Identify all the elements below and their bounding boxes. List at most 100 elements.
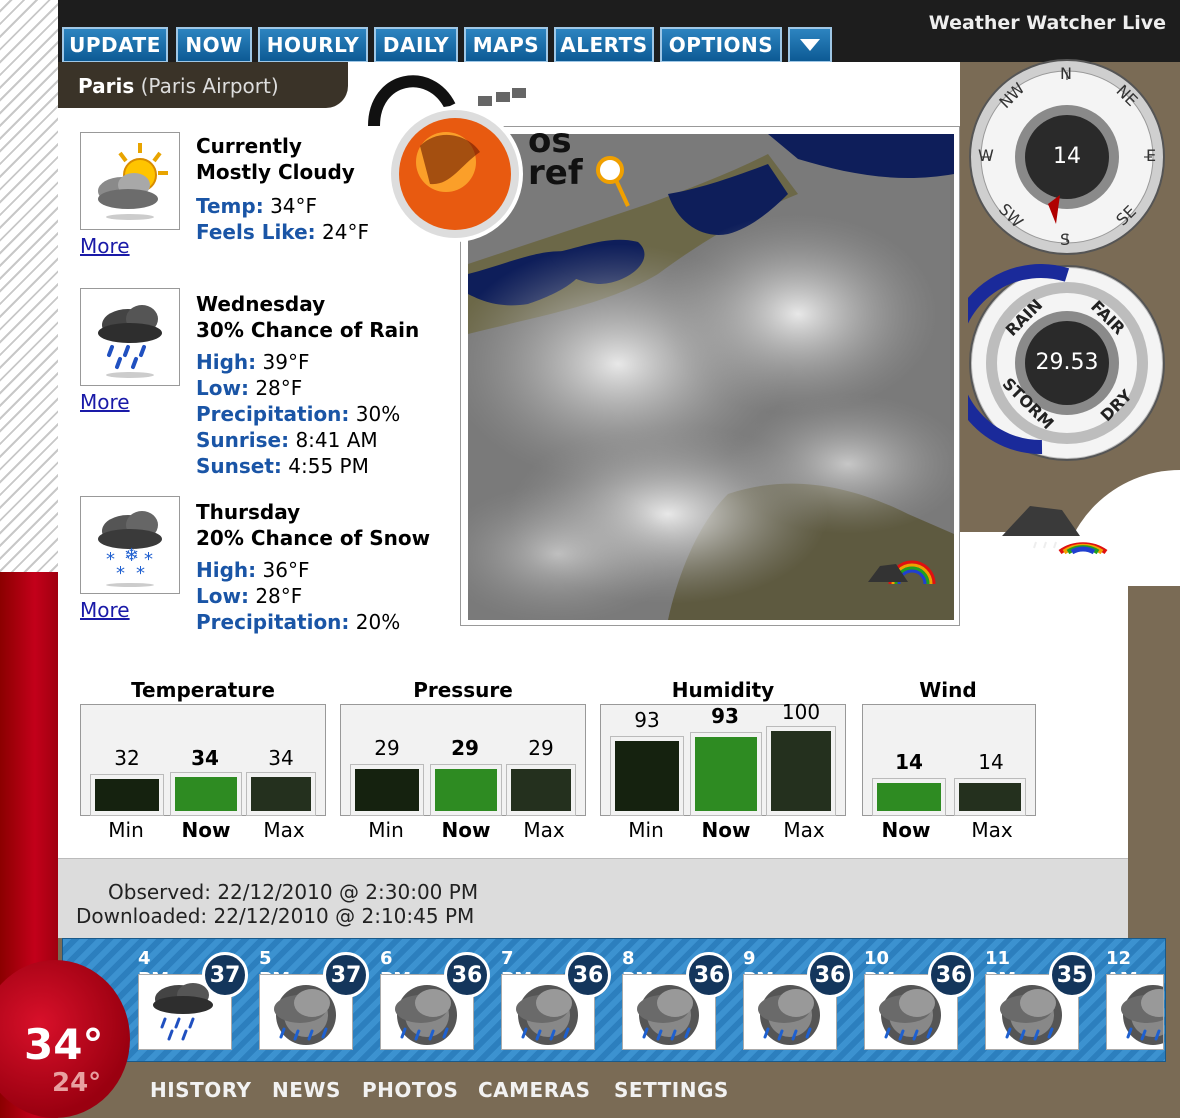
wind-now-bar <box>872 778 946 816</box>
news-link[interactable]: NEWS <box>272 1078 341 1102</box>
history-link[interactable]: HISTORY <box>150 1078 252 1102</box>
hourly-button[interactable]: HOURLY <box>258 27 368 63</box>
wednesday-low: Low: 28°F <box>196 376 303 400</box>
svg-text:*: * <box>136 563 145 584</box>
chevron-down-icon <box>800 39 820 51</box>
barometer-gauge: RAIN FAIR STORM DRY 29.53 <box>945 264 1166 462</box>
cameras-link[interactable]: CAMERAS <box>478 1078 591 1102</box>
current-title: Currently <box>196 134 302 158</box>
thursday-high: High: 36°F <box>196 558 310 582</box>
pressure-title: Pressure <box>413 678 513 702</box>
partly-cloudy-icon <box>98 143 168 220</box>
humidity-min-value: 93 <box>634 708 660 732</box>
hourly-temp-badge: 36 <box>686 952 732 998</box>
wind-title: Wind <box>919 678 977 702</box>
globe-logo-icon: os ref <box>368 75 630 242</box>
wednesday-sunrise: Sunrise: 8:41 AM <box>196 428 378 452</box>
app-window: Weather Watcher Live UPDATE NOW HOURLY D… <box>0 0 1180 1118</box>
hourly-temp-badge: 36 <box>928 952 974 998</box>
temperature-title: Temperature <box>131 678 275 702</box>
compass-n: N <box>1060 64 1072 83</box>
current-feels-like: Feels Like: 24°F <box>196 220 369 244</box>
humidity-max-value: 100 <box>781 700 821 724</box>
hourly-temp-badge: 36 <box>565 952 611 998</box>
storm-cloud-icon <box>1121 985 1163 1045</box>
temperature-max-bar <box>246 772 316 816</box>
alerts-button[interactable]: ALERTS <box>554 27 654 63</box>
photos-link[interactable]: PHOTOS <box>362 1078 458 1102</box>
location-label[interactable]: Paris (Paris Airport) <box>78 74 279 98</box>
thursday-day: Thursday <box>196 500 301 524</box>
app-title: Weather Watcher Live <box>928 12 1166 34</box>
pressure-max-label: Max <box>523 818 565 842</box>
svg-text:ref: ref <box>528 153 584 193</box>
pressure-min-label: Min <box>368 818 404 842</box>
hourly-temp-badge: 36 <box>444 952 490 998</box>
pressure-now-label: Now <box>441 818 491 842</box>
pressure-max-value: 29 <box>528 736 554 760</box>
wednesday-high: High: 39°F <box>196 350 310 374</box>
pressure-min-value: 29 <box>374 736 400 760</box>
pressure-now-bar <box>430 764 502 816</box>
observed-time: Observed: 22/12/2010 @ 2:30:00 PM <box>108 880 479 904</box>
thursday-precip: Precipitation: 20% <box>196 610 401 634</box>
thursday-weather-icon: * ❄ * * * <box>80 496 180 594</box>
dropdown-button[interactable] <box>788 27 832 63</box>
humidity-max-bar <box>766 726 836 816</box>
current-condition: Mostly Cloudy <box>196 160 355 184</box>
humidity-title: Humidity <box>671 678 775 702</box>
humidity-now-value: 93 <box>711 704 739 728</box>
wind-max-label: Max <box>971 818 1013 842</box>
pressure-now-value: 29 <box>451 736 479 760</box>
snow-icon: * ❄ * * * <box>98 511 162 587</box>
thursday-condition: 20% Chance of Snow <box>196 526 431 550</box>
current-weather-icon <box>80 132 180 230</box>
now-button[interactable]: NOW <box>176 27 252 63</box>
wind-now-value: 14 <box>895 750 923 774</box>
pressure-max-bar <box>506 764 576 816</box>
rain-icon <box>98 305 162 378</box>
wednesday-sunset: Sunset: 4:55 PM <box>196 454 369 478</box>
update-button[interactable]: UPDATE <box>62 27 168 63</box>
wednesday-condition: 30% Chance of Rain <box>196 318 420 342</box>
humidity-min-bar <box>610 736 684 816</box>
current-more-link[interactable]: More <box>80 234 130 258</box>
svg-text:*: * <box>106 549 115 570</box>
hourly-weather-icon[interactable] <box>1106 974 1164 1050</box>
downloaded-time: Downloaded: 22/12/2010 @ 2:10:45 PM <box>76 904 475 928</box>
humidity-max-label: Max <box>783 818 825 842</box>
temperature-min-bar <box>90 774 164 816</box>
maps-button[interactable]: MAPS <box>464 27 548 63</box>
options-button[interactable]: OPTIONS <box>660 27 782 63</box>
wednesday-more-link[interactable]: More <box>80 390 130 414</box>
thursday-low: Low: 28°F <box>196 584 303 608</box>
wednesday-precip: Precipitation: 30% <box>196 402 401 426</box>
wind-speed-value: 14 <box>1053 144 1081 169</box>
settings-link[interactable]: SETTINGS <box>614 1078 729 1102</box>
hourly-temp-badge: 36 <box>807 952 853 998</box>
humidity-now-label: Now <box>701 818 751 842</box>
svg-text:*: * <box>116 563 125 584</box>
barometer-value: 29.53 <box>1035 350 1099 375</box>
location-city: Paris <box>78 74 135 98</box>
hourly-temp-badge: 35 <box>1049 952 1095 998</box>
wind-now-label: Now <box>881 818 931 842</box>
current-temp: Temp: 34°F <box>196 194 318 218</box>
temperature-min-value: 32 <box>114 746 140 770</box>
humidity-min-label: Min <box>628 818 664 842</box>
wind-max-bar <box>954 778 1026 816</box>
temperature-now-bar <box>170 772 242 816</box>
wind-compass: N NE E SE S SW W NW 14 <box>968 58 1166 256</box>
hourly-temp-badge: 37 <box>323 952 369 998</box>
location-station: (Paris Airport) <box>140 74 279 98</box>
wednesday-weather-icon <box>80 288 180 386</box>
thermo-temp: 34° <box>24 1020 104 1069</box>
compass-s: S <box>1060 230 1071 249</box>
wednesday-day: Wednesday <box>196 292 326 316</box>
temperature-now-value: 34 <box>191 746 219 770</box>
daily-button[interactable]: DAILY <box>374 27 458 63</box>
hourly-temp-badge: 37 <box>202 952 248 998</box>
rainbow-weather-icon <box>1002 506 1108 555</box>
thursday-more-link[interactable]: More <box>80 598 130 622</box>
svg-text:*: * <box>144 549 153 570</box>
